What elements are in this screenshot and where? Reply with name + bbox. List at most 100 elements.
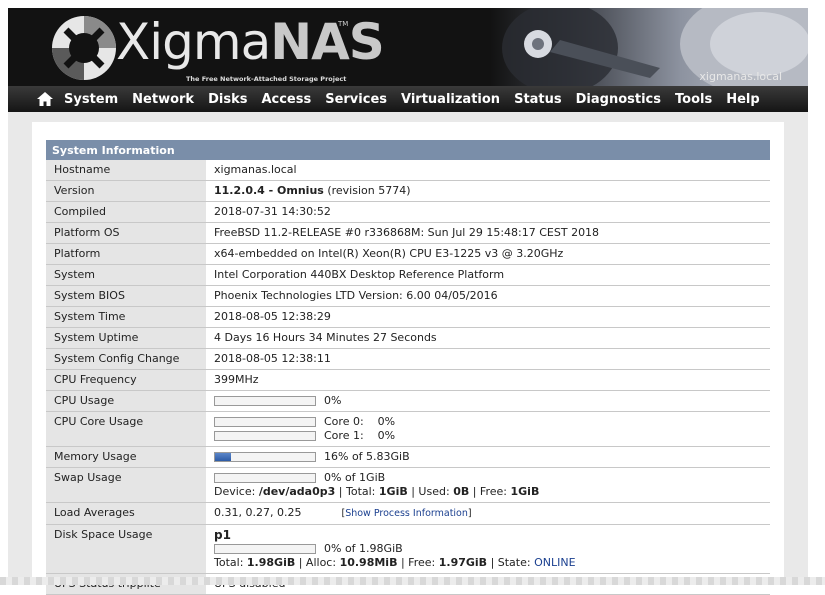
row-system-uptime: System Uptime 4 Days 16 Hours 34 Minutes… <box>46 327 770 349</box>
cpu-usage-text: 0% <box>324 394 342 407</box>
menu-network[interactable]: Network <box>132 92 194 107</box>
row-system-bios: System BIOS Phoenix Technologies LTD Ver… <box>46 285 770 307</box>
row-label: System <box>46 264 206 286</box>
row-label: Platform <box>46 243 206 265</box>
row-cpu-frequency: CPU Frequency 399MHz <box>46 369 770 391</box>
row-load-averages: Load Averages 0.31, 0.27, 0.25 [Show Proc… <box>46 502 770 525</box>
header-banner: XigmaNAS TM The Free Network-Attached St… <box>8 8 808 86</box>
row-label: Swap Usage <box>46 467 206 503</box>
core1-usage-bar <box>214 431 316 441</box>
disk-total: 1.98GiB <box>246 556 296 569</box>
row-label: System Time <box>46 306 206 328</box>
swap-usage-text: 0% of 1GiB <box>324 471 386 484</box>
row-value: x64-embedded on Intel(R) Xeon(R) CPU E3-… <box>206 243 770 265</box>
row-label: Disk Space Usage <box>46 524 206 574</box>
disk-free: 1.97GiB <box>438 556 488 569</box>
row-value: 399MHz <box>206 369 770 391</box>
row-memory-usage: Memory Usage 16% of 5.83GiB <box>46 446 770 468</box>
row-config-change: System Config Change 2018-08-05 12:38:11 <box>46 348 770 370</box>
pool-state: ONLINE <box>534 556 576 569</box>
row-system: System Intel Corporation 440BX Desktop R… <box>46 264 770 286</box>
swap-free: 1GiB <box>510 485 540 498</box>
cpu-usage-bar <box>214 396 316 406</box>
row-value: 11.2.0.4 - Omnius (revision 5774) <box>206 180 770 202</box>
row-value: 0% <box>206 390 770 412</box>
header-hostname: xigmanas.local <box>699 70 782 83</box>
menu-virtualization[interactable]: Virtualization <box>401 92 500 107</box>
row-label: Compiled <box>46 201 206 223</box>
trademark: TM <box>338 20 349 28</box>
row-label: Load Averages <box>46 502 206 525</box>
row-value: 16% of 5.83GiB <box>206 446 770 468</box>
disk-space-usage-bar <box>214 544 316 554</box>
menu-diagnostics[interactable]: Diagnostics <box>576 92 661 107</box>
swap-total: 1GiB <box>378 485 408 498</box>
swap-device: /dev/ada0p3 <box>258 485 336 498</box>
core0-usage-text: 0% <box>377 415 396 428</box>
content-area: System Information Hostname xigmanas.loc… <box>32 122 784 595</box>
disk-space-usage-text: 0% of 1.98GiB <box>324 542 403 555</box>
row-hostname: Hostname xigmanas.local <box>46 160 770 181</box>
row-label: Platform OS <box>46 222 206 244</box>
row-value: 2018-07-31 14:30:52 <box>206 201 770 223</box>
row-compiled: Compiled 2018-07-31 14:30:52 <box>46 201 770 223</box>
row-platform: Platform x64-embedded on Intel(R) Xeon(R… <box>46 243 770 265</box>
row-label: CPU Core Usage <box>46 411 206 447</box>
bottom-edge <box>0 577 825 585</box>
row-cpu-usage: CPU Usage 0% <box>46 390 770 412</box>
row-value: 0% of 1GiB Device: /dev/ada0p3 | Total: … <box>206 467 770 503</box>
version-name: 11.2.0.4 - Omnius <box>214 184 324 197</box>
menu-help[interactable]: Help <box>726 92 759 107</box>
row-value: Intel Corporation 440BX Desktop Referenc… <box>206 264 770 286</box>
row-value: Core 0: 0% Core 1: 0% <box>206 411 770 447</box>
row-label: Hostname <box>46 160 206 181</box>
main-menu: System Network Disks Access Services Vir… <box>8 86 808 112</box>
row-version: Version 11.2.0.4 - Omnius (revision 5774… <box>46 180 770 202</box>
memory-usage-bar <box>214 452 316 462</box>
core1-usage-text: 0% <box>377 429 396 442</box>
row-label: Version <box>46 180 206 202</box>
row-system-time: System Time 2018-08-05 12:38:29 <box>46 306 770 328</box>
core1-label: Core 1: <box>324 429 364 442</box>
row-disk-space-usage: Disk Space Usage p1 0% of 1.98GiB Total:… <box>46 524 770 574</box>
row-label: CPU Frequency <box>46 369 206 391</box>
disk-space-details: Total: 1.98GiB | Alloc: 10.98MiB | Free:… <box>214 556 576 569</box>
row-value: 2018-08-05 12:38:11 <box>206 348 770 370</box>
row-value: Phoenix Technologies LTD Version: 6.00 0… <box>206 285 770 307</box>
home-icon[interactable] <box>37 92 53 106</box>
system-information-panel: System Information Hostname xigmanas.loc… <box>46 140 770 595</box>
row-value: 4 Days 16 Hours 34 Minutes 27 Seconds <box>206 327 770 349</box>
core0-label: Core 0: <box>324 415 364 428</box>
core0-usage-bar <box>214 417 316 427</box>
menu-system[interactable]: System <box>64 92 118 107</box>
brand-tagline: The Free Network-Attached Storage Projec… <box>186 75 347 83</box>
swap-details: Device: /dev/ada0p3 | Total: 1GiB | Used… <box>214 485 540 498</box>
menu-tools[interactable]: Tools <box>675 92 712 107</box>
menu-services[interactable]: Services <box>325 92 387 107</box>
row-label: System Uptime <box>46 327 206 349</box>
row-platform-os: Platform OS FreeBSD 11.2-RELEASE #0 r336… <box>46 222 770 244</box>
row-value: FreeBSD 11.2-RELEASE #0 r336868M: Sun Ju… <box>206 222 770 244</box>
panel-title: System Information <box>46 140 770 160</box>
show-process-information-link[interactable]: Show Process Information <box>345 508 468 519</box>
version-revision: (revision 5774) <box>327 184 411 197</box>
row-value: xigmanas.local <box>206 160 770 181</box>
row-value: 2018-08-05 12:38:29 <box>206 306 770 328</box>
system-information-table: Hostname xigmanas.local Version 11.2.0.4… <box>46 160 770 595</box>
row-label: System Config Change <box>46 348 206 370</box>
row-swap-usage: Swap Usage 0% of 1GiB Device: /dev/ada0p… <box>46 467 770 503</box>
menu-disks[interactable]: Disks <box>208 92 247 107</box>
swap-usage-bar <box>214 473 316 483</box>
row-value: p1 0% of 1.98GiB Total: 1.98GiB | Alloc:… <box>206 524 770 574</box>
menu-status[interactable]: Status <box>514 92 562 107</box>
swap-used: 0B <box>453 485 470 498</box>
row-label: Memory Usage <box>46 446 206 468</box>
row-value: 0.31, 0.27, 0.25 [Show Process Informatio… <box>206 502 770 525</box>
row-cpu-core-usage: CPU Core Usage Core 0: 0% Core 1: 0% <box>46 411 770 447</box>
menu-access[interactable]: Access <box>261 92 311 107</box>
row-label: CPU Usage <box>46 390 206 412</box>
row-label: System BIOS <box>46 285 206 307</box>
disk-alloc: 10.98MiB <box>339 556 398 569</box>
memory-usage-text: 16% of 5.83GiB <box>324 450 410 463</box>
load-averages-value: 0.31, 0.27, 0.25 <box>214 506 302 519</box>
